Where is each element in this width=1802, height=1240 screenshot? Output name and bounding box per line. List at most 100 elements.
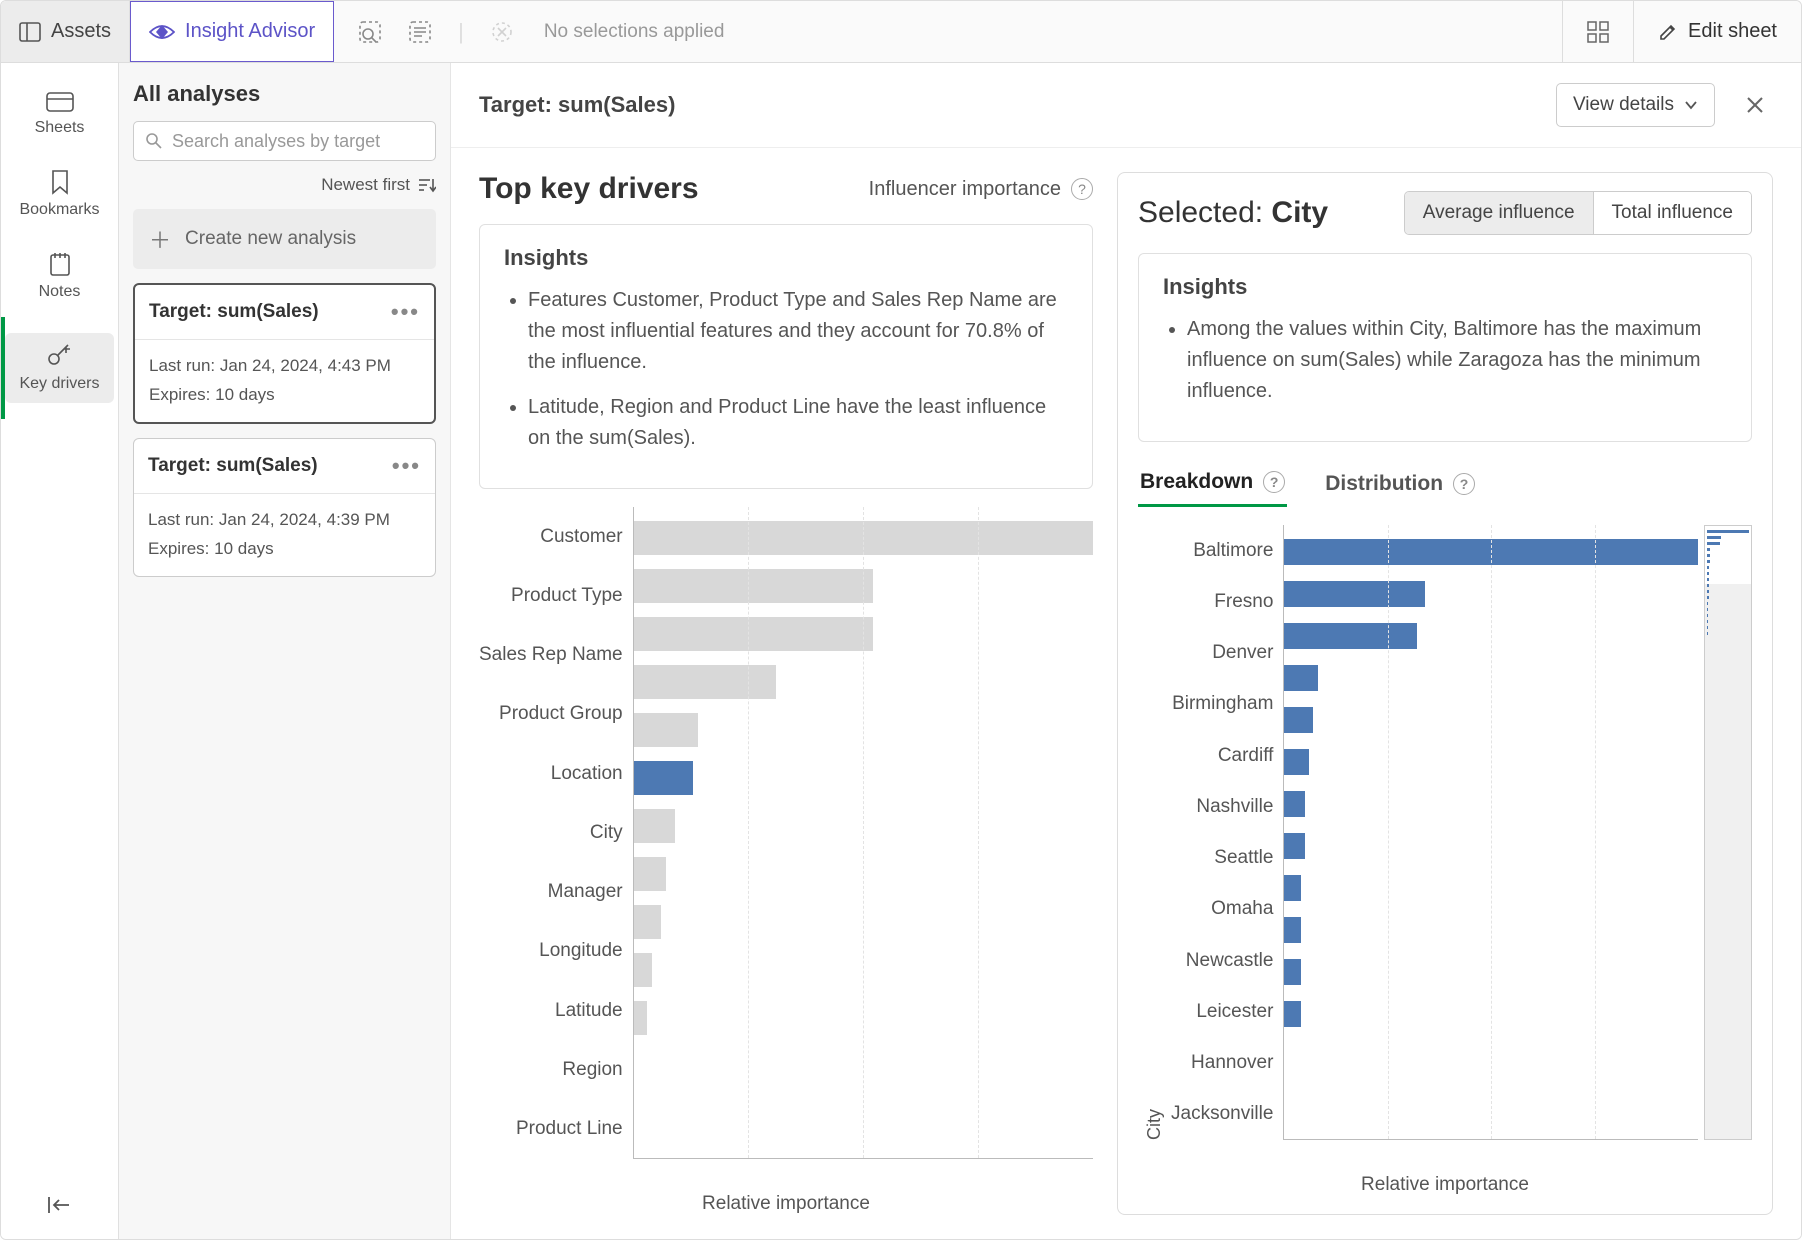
rail-bookmarks-label: Bookmarks [19, 201, 99, 219]
chart-category-label: Cardiff [1218, 745, 1274, 767]
target-label: Target: sum(Sales) [479, 92, 675, 118]
chart-bar[interactable] [634, 905, 662, 939]
insight-advisor-button[interactable]: Insight Advisor [130, 1, 334, 62]
breakdown-tabs: Breakdown ? Distribution ? [1138, 460, 1752, 507]
chart-category-label: Latitude [555, 1000, 623, 1022]
toolbar-divider: | [458, 19, 464, 45]
view-details-label: View details [1573, 94, 1674, 116]
assets-button[interactable]: Assets [1, 1, 130, 62]
chart-bar[interactable] [1284, 623, 1416, 649]
create-analysis-button[interactable]: ＋ Create new analysis [133, 209, 436, 269]
chart-category-label: Baltimore [1193, 540, 1273, 562]
main-content: Target: sum(Sales) View details [451, 63, 1801, 1239]
rail-notes[interactable]: Notes [1, 235, 118, 317]
card-title: Target: sum(Sales) [149, 301, 319, 323]
chart-bar[interactable] [634, 761, 694, 795]
main-header: Target: sum(Sales) View details [451, 63, 1801, 148]
chart-bar[interactable] [1284, 749, 1309, 775]
eye-icon [149, 23, 175, 41]
chart-bar[interactable] [1284, 707, 1313, 733]
close-button[interactable] [1737, 91, 1773, 119]
insight-item: Latitude, Region and Product Line have t… [528, 392, 1068, 454]
chart-x-label: Relative importance [1138, 1158, 1752, 1196]
tab-distribution-label: Distribution [1325, 472, 1443, 496]
breakdown-column: Selected: City Average influence Total i… [1117, 172, 1773, 1215]
chart-bar[interactable] [634, 617, 873, 651]
chart-x-label: Relative importance [479, 1177, 1093, 1215]
insights-box-right: Insights Among the values within City, B… [1138, 253, 1752, 442]
analysis-card[interactable]: Target: sum(Sales) ••• Last run: Jan 24,… [133, 283, 436, 424]
key-drivers-chart[interactable]: CustomerProduct TypeSales Rep NameProduc… [479, 507, 1093, 1159]
app-grid-button[interactable] [1562, 1, 1633, 62]
analysis-card[interactable]: Target: sum(Sales) ••• Last run: Jan 24,… [133, 438, 436, 577]
selected-title: Selected: City [1138, 196, 1328, 230]
help-icon[interactable]: ? [1453, 473, 1475, 495]
tab-distribution[interactable]: Distribution ? [1323, 460, 1477, 507]
breakdown-chart[interactable]: City BaltimoreFresnoDenverBirminghamCard… [1138, 525, 1752, 1140]
sort-control[interactable]: Newest first [133, 175, 436, 195]
chart-bar[interactable] [634, 713, 698, 747]
chart-category-label: Manager [548, 881, 623, 903]
notes-icon [48, 251, 72, 277]
clear-selection-icon[interactable] [490, 20, 514, 44]
insights-box-left: Insights Features Customer, Product Type… [479, 224, 1093, 489]
tab-breakdown[interactable]: Breakdown ? [1138, 460, 1287, 507]
view-details-button[interactable]: View details [1556, 83, 1715, 127]
chart-bar[interactable] [1284, 1001, 1301, 1027]
card-expires: Expires: 10 days [149, 381, 420, 410]
search-wrap [133, 121, 436, 161]
chart-bar[interactable] [634, 1001, 648, 1035]
edit-sheet-button[interactable]: Edit sheet [1633, 1, 1801, 62]
sort-label: Newest first [321, 175, 410, 195]
toggle-average[interactable]: Average influence [1405, 192, 1593, 234]
insights-header: Insights [504, 245, 1068, 271]
selected-prefix: Selected: [1138, 196, 1271, 229]
chart-bar[interactable] [1284, 581, 1425, 607]
help-icon[interactable]: ? [1263, 471, 1285, 493]
chart-bar[interactable] [634, 809, 675, 843]
card-lastrun: Last run: Jan 24, 2024, 4:43 PM [149, 352, 420, 381]
selections-status: No selections applied [540, 21, 725, 43]
chart-category-label: Nashville [1196, 796, 1273, 818]
key-drivers-title: Top key drivers [479, 172, 699, 206]
chevron-down-icon [1684, 100, 1698, 110]
card-menu-button[interactable]: ••• [392, 453, 421, 479]
toggle-total[interactable]: Total influence [1593, 192, 1751, 234]
chart-minimap[interactable] [1704, 525, 1752, 1140]
chart-category-label: Leicester [1196, 1001, 1273, 1023]
chart-category-label: Fresno [1214, 591, 1273, 613]
chart-category-label: Seattle [1214, 847, 1273, 869]
selection-tools: | No selections applied [334, 1, 748, 62]
card-menu-button[interactable]: ••• [391, 299, 420, 325]
search-input[interactable] [133, 121, 436, 161]
select-lasso-icon[interactable] [408, 20, 432, 44]
chart-bar[interactable] [634, 953, 652, 987]
chart-bar[interactable] [634, 857, 666, 891]
bookmark-icon [50, 169, 70, 195]
rail-sheets[interactable]: Sheets [1, 75, 118, 153]
chart-bar[interactable] [634, 665, 776, 699]
chart-bar[interactable] [1284, 917, 1301, 943]
chart-category-label: Sales Rep Name [479, 644, 623, 666]
chart-bar[interactable] [1284, 833, 1305, 859]
chart-y-labels: BaltimoreFresnoDenverBirminghamCardiffNa… [1171, 525, 1283, 1140]
chart-bar[interactable] [1284, 875, 1301, 901]
app-root: Assets Insight Advisor | No selections a… [0, 0, 1802, 1240]
rail-bookmarks[interactable]: Bookmarks [1, 153, 118, 235]
chart-category-label: Location [551, 763, 623, 785]
sheets-icon [45, 91, 75, 113]
chart-bar[interactable] [1284, 959, 1301, 985]
rail-collapse-button[interactable] [47, 1171, 73, 1239]
chart-bar[interactable] [1284, 791, 1305, 817]
select-rect-icon[interactable] [358, 20, 382, 44]
analyses-title: All analyses [133, 81, 436, 107]
chart-bar[interactable] [1284, 665, 1317, 691]
selected-value: City [1271, 196, 1328, 229]
help-icon[interactable]: ? [1071, 178, 1093, 200]
rail-key-drivers[interactable]: Key drivers [1, 317, 118, 419]
assets-label: Assets [51, 20, 111, 43]
panel-icon [19, 22, 41, 42]
card-title: Target: sum(Sales) [148, 455, 318, 477]
chart-bar[interactable] [634, 569, 873, 603]
chart-category-label: Omaha [1211, 898, 1273, 920]
